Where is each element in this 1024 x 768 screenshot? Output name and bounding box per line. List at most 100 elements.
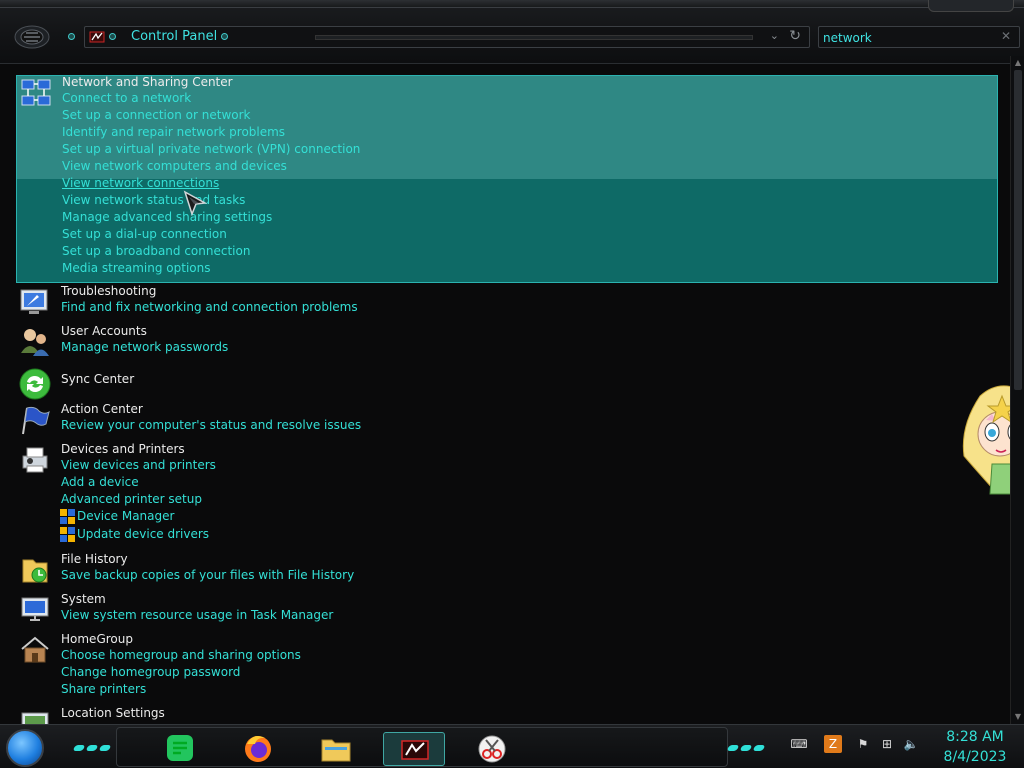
group-title[interactable]: Devices and Printers bbox=[61, 442, 185, 456]
link-device-manager[interactable]: Device Manager bbox=[77, 509, 174, 523]
result-homegroup[interactable]: HomeGroup Choose homegroup and sharing o… bbox=[16, 632, 998, 702]
back-forward-orb-icon[interactable] bbox=[14, 24, 50, 50]
troubleshooting-icon bbox=[20, 289, 48, 314]
link-view-network-connections[interactable]: View network connections bbox=[62, 176, 219, 190]
group-title[interactable]: Action Center bbox=[61, 402, 143, 416]
address-bar-track bbox=[315, 35, 753, 40]
scroll-down-arrow-icon[interactable]: ▼ bbox=[1013, 712, 1023, 722]
uac-shield-icon bbox=[60, 527, 75, 542]
mouse-cursor-icon bbox=[183, 190, 207, 216]
link-save-backup[interactable]: Save backup copies of your files with Fi… bbox=[61, 568, 354, 582]
notes-icon bbox=[167, 735, 193, 761]
group-title[interactable]: User Accounts bbox=[61, 324, 147, 338]
refresh-icon[interactable]: ↻ bbox=[789, 28, 801, 44]
link-setup-vpn[interactable]: Set up a virtual private network (VPN) c… bbox=[62, 142, 360, 156]
scroll-thumb[interactable] bbox=[1014, 70, 1022, 390]
link-dial-up[interactable]: Set up a dial-up connection bbox=[62, 227, 227, 241]
group-title[interactable]: System bbox=[61, 592, 106, 606]
network-icon[interactable]: ⊞ bbox=[878, 735, 896, 753]
control-panel-icon bbox=[89, 31, 105, 43]
link-broadband[interactable]: Set up a broadband connection bbox=[62, 244, 250, 258]
taskbar-app-area bbox=[116, 727, 728, 767]
scissors-icon bbox=[478, 735, 506, 763]
result-devices-printers[interactable]: Devices and Printers View devices and pr… bbox=[16, 442, 998, 544]
link-connect-network[interactable]: Connect to a network bbox=[62, 91, 191, 105]
group-title[interactable]: Troubleshooting bbox=[61, 284, 156, 298]
search-input[interactable] bbox=[823, 29, 993, 46]
result-user-accounts[interactable]: User Accounts Manage network passwords bbox=[16, 324, 998, 360]
link-setup-connection[interactable]: Set up a connection or network bbox=[62, 108, 250, 122]
vertical-scrollbar[interactable]: ▲ ▼ bbox=[1010, 56, 1024, 724]
link-manage-network-passwords[interactable]: Manage network passwords bbox=[61, 340, 228, 354]
link-homegroup-options[interactable]: Choose homegroup and sharing options bbox=[61, 648, 301, 662]
scroll-up-arrow-icon[interactable]: ▲ bbox=[1013, 58, 1023, 68]
clock-date: 8/4/2023 bbox=[943, 749, 1007, 765]
group-title[interactable]: Sync Center bbox=[61, 372, 134, 386]
location-settings-icon bbox=[21, 712, 49, 724]
taskbar-notes-app[interactable] bbox=[149, 732, 211, 766]
title-bar: Control Panel ⌄ ↻ ✕ bbox=[0, 0, 1024, 64]
user-accounts-icon bbox=[21, 329, 49, 356]
homegroup-icon bbox=[21, 636, 49, 663]
group-title[interactable]: HomeGroup bbox=[61, 632, 133, 646]
recent-pages-dot[interactable] bbox=[68, 33, 75, 40]
link-view-devices[interactable]: View devices and printers bbox=[61, 458, 216, 472]
result-location-settings[interactable]: Location Settings bbox=[16, 706, 998, 724]
clock-time: 8:28 AM bbox=[946, 729, 1004, 745]
link-identify-repair[interactable]: Identify and repair network problems bbox=[62, 125, 285, 139]
control-panel-icon bbox=[401, 740, 429, 760]
result-system[interactable]: System View system resource usage in Tas… bbox=[16, 592, 998, 628]
taskbar-decoration bbox=[726, 740, 772, 751]
folder-icon bbox=[321, 739, 351, 762]
window-controls[interactable] bbox=[928, 0, 1014, 12]
group-title[interactable]: File History bbox=[61, 552, 128, 566]
action-center-flag-icon[interactable]: ⚑ bbox=[854, 735, 872, 753]
app-tray-icon[interactable]: Z bbox=[824, 735, 842, 753]
clock[interactable]: 8:28 AM 8/4/2023 bbox=[932, 727, 1018, 767]
group-title[interactable]: Location Settings bbox=[61, 706, 165, 720]
breadcrumb-separator[interactable] bbox=[221, 33, 228, 40]
breadcrumb-control-panel[interactable]: Control Panel bbox=[131, 29, 217, 44]
address-bar[interactable]: Control Panel ⌄ ↻ bbox=[84, 26, 810, 48]
firefox-icon bbox=[245, 736, 271, 762]
group-title[interactable]: Network and Sharing Center bbox=[62, 75, 233, 89]
link-homegroup-password[interactable]: Change homegroup password bbox=[61, 665, 240, 679]
file-history-icon bbox=[22, 559, 48, 583]
result-action-center[interactable]: Action Center Review your computer's sta… bbox=[16, 402, 998, 438]
link-view-network-status[interactable]: View network status and tasks bbox=[62, 193, 245, 207]
start-orb-icon[interactable] bbox=[6, 729, 44, 767]
taskbar-snipping-tool[interactable] bbox=[461, 732, 523, 766]
taskbar-firefox[interactable] bbox=[227, 732, 289, 766]
link-find-fix[interactable]: Find and fix networking and connection p… bbox=[61, 300, 358, 314]
taskbar-control-panel[interactable] bbox=[383, 732, 445, 766]
link-advanced-sharing[interactable]: Manage advanced sharing settings bbox=[62, 210, 272, 224]
breadcrumb-separator[interactable] bbox=[109, 33, 116, 40]
link-advanced-printer[interactable]: Advanced printer setup bbox=[61, 492, 202, 506]
taskbar-file-explorer[interactable] bbox=[305, 732, 367, 766]
search-results: Network and Sharing Center Connect to a … bbox=[0, 64, 1010, 724]
clear-search-icon[interactable]: ✕ bbox=[1001, 29, 1011, 43]
link-media-streaming[interactable]: Media streaming options bbox=[62, 261, 210, 275]
link-update-drivers[interactable]: Update device drivers bbox=[77, 527, 209, 541]
sync-center-icon bbox=[19, 368, 51, 400]
system-icon bbox=[21, 597, 49, 621]
result-file-history[interactable]: File History Save backup copies of your … bbox=[16, 552, 998, 588]
link-task-manager[interactable]: View system resource usage in Task Manag… bbox=[61, 608, 333, 622]
result-network-sharing-center[interactable]: Network and Sharing Center Connect to a … bbox=[16, 75, 998, 283]
result-troubleshooting[interactable]: Troubleshooting Find and fix networking … bbox=[16, 284, 998, 320]
volume-icon[interactable]: 🔈 bbox=[902, 735, 920, 753]
link-review-status[interactable]: Review your computer's status and resolv… bbox=[61, 418, 361, 432]
result-sync-center[interactable]: Sync Center bbox=[16, 366, 998, 400]
action-center-flag-icon bbox=[22, 406, 50, 435]
keyboard-icon[interactable]: ⌨ bbox=[790, 735, 808, 753]
taskbar-decoration bbox=[72, 740, 118, 751]
link-view-network-computers[interactable]: View network computers and devices bbox=[62, 159, 287, 173]
devices-printers-icon bbox=[22, 447, 48, 473]
frame-top-edge bbox=[0, 0, 1024, 8]
search-box[interactable]: ✕ bbox=[818, 26, 1020, 48]
uac-shield-icon bbox=[60, 509, 75, 524]
chevron-down-icon[interactable]: ⌄ bbox=[770, 29, 779, 42]
link-add-device[interactable]: Add a device bbox=[61, 475, 139, 489]
link-share-printers[interactable]: Share printers bbox=[61, 682, 146, 696]
network-sharing-icon bbox=[21, 79, 51, 106]
